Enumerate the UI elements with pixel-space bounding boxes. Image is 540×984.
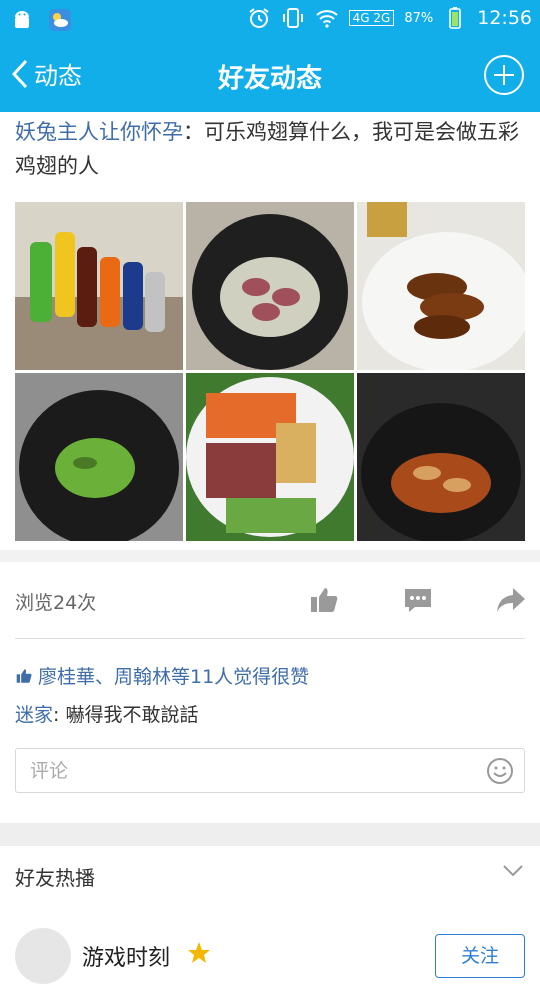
section-divider: [0, 550, 540, 562]
network-indicator: 4G 2G: [348, 10, 395, 26]
photo-4[interactable]: [15, 373, 183, 541]
photo-6[interactable]: [357, 373, 525, 541]
emoji-icon[interactable]: [486, 757, 514, 785]
weather-icon: [49, 9, 71, 31]
chevron-down-icon[interactable]: [502, 864, 524, 878]
add-icon[interactable]: [484, 55, 524, 95]
section-divider-2: [0, 823, 540, 846]
post-card: 妖兔主人让你怀孕：可乐鸡翅算什么，我可是会做五彩鸡翅的人: [0, 112, 540, 562]
comment-text: : 嚇得我不敢說話: [53, 704, 199, 726]
photo-2[interactable]: [186, 202, 354, 370]
post-actions: 浏览24次: [0, 562, 540, 638]
post-text: 妖兔主人让你怀孕：可乐鸡翅算什么，我可是会做五彩鸡翅的人: [15, 115, 525, 183]
comment-box[interactable]: [15, 748, 525, 793]
page-title: 好友动态: [217, 64, 322, 94]
android-icon: [15, 11, 29, 28]
thumb-icon: [16, 668, 32, 683]
like-icon[interactable]: [308, 584, 340, 616]
comment-author[interactable]: 迷家: [15, 704, 53, 726]
clock: 12:56: [477, 7, 532, 29]
wifi-icon: [315, 10, 338, 28]
status-bar: 4G 2G 87% 12:56: [0, 0, 540, 38]
post-author[interactable]: 妖兔主人让你怀孕: [15, 120, 183, 144]
post-separator: ：: [183, 120, 204, 144]
likes-summary[interactable]: 廖桂華、周翰林等11人觉得很赞: [15, 662, 309, 689]
photo-1[interactable]: [15, 202, 183, 370]
section-title: 好友热播: [15, 866, 95, 890]
friends-hot-section[interactable]: 好友热播: [0, 846, 540, 900]
battery-icon: [449, 7, 462, 29]
star-badge-icon: [188, 942, 210, 963]
avatar[interactable]: [15, 928, 71, 984]
photo-3[interactable]: [357, 202, 525, 370]
follow-button[interactable]: 关注: [435, 934, 525, 978]
comment-icon[interactable]: [402, 584, 434, 616]
battery-percent: 87%: [404, 10, 434, 26]
photo-grid: [15, 202, 525, 542]
vibrate-icon: [282, 8, 303, 28]
divider: [15, 638, 525, 639]
share-icon[interactable]: [495, 584, 527, 616]
comment-input[interactable]: [16, 749, 456, 792]
view-count: 浏览24次: [15, 592, 97, 614]
recommend-name[interactable]: 游戏时刻: [82, 940, 170, 972]
comment-item: 迷家: 嚇得我不敢說話: [15, 700, 198, 727]
photo-5[interactable]: [186, 373, 354, 541]
alarm-icon: [249, 8, 269, 28]
likes-text: 廖桂華、周翰林等11人觉得很赞: [38, 666, 310, 688]
nav-bar: 动态 好友动态: [0, 38, 540, 112]
recommend-item: 游戏时刻 关注: [0, 900, 540, 984]
